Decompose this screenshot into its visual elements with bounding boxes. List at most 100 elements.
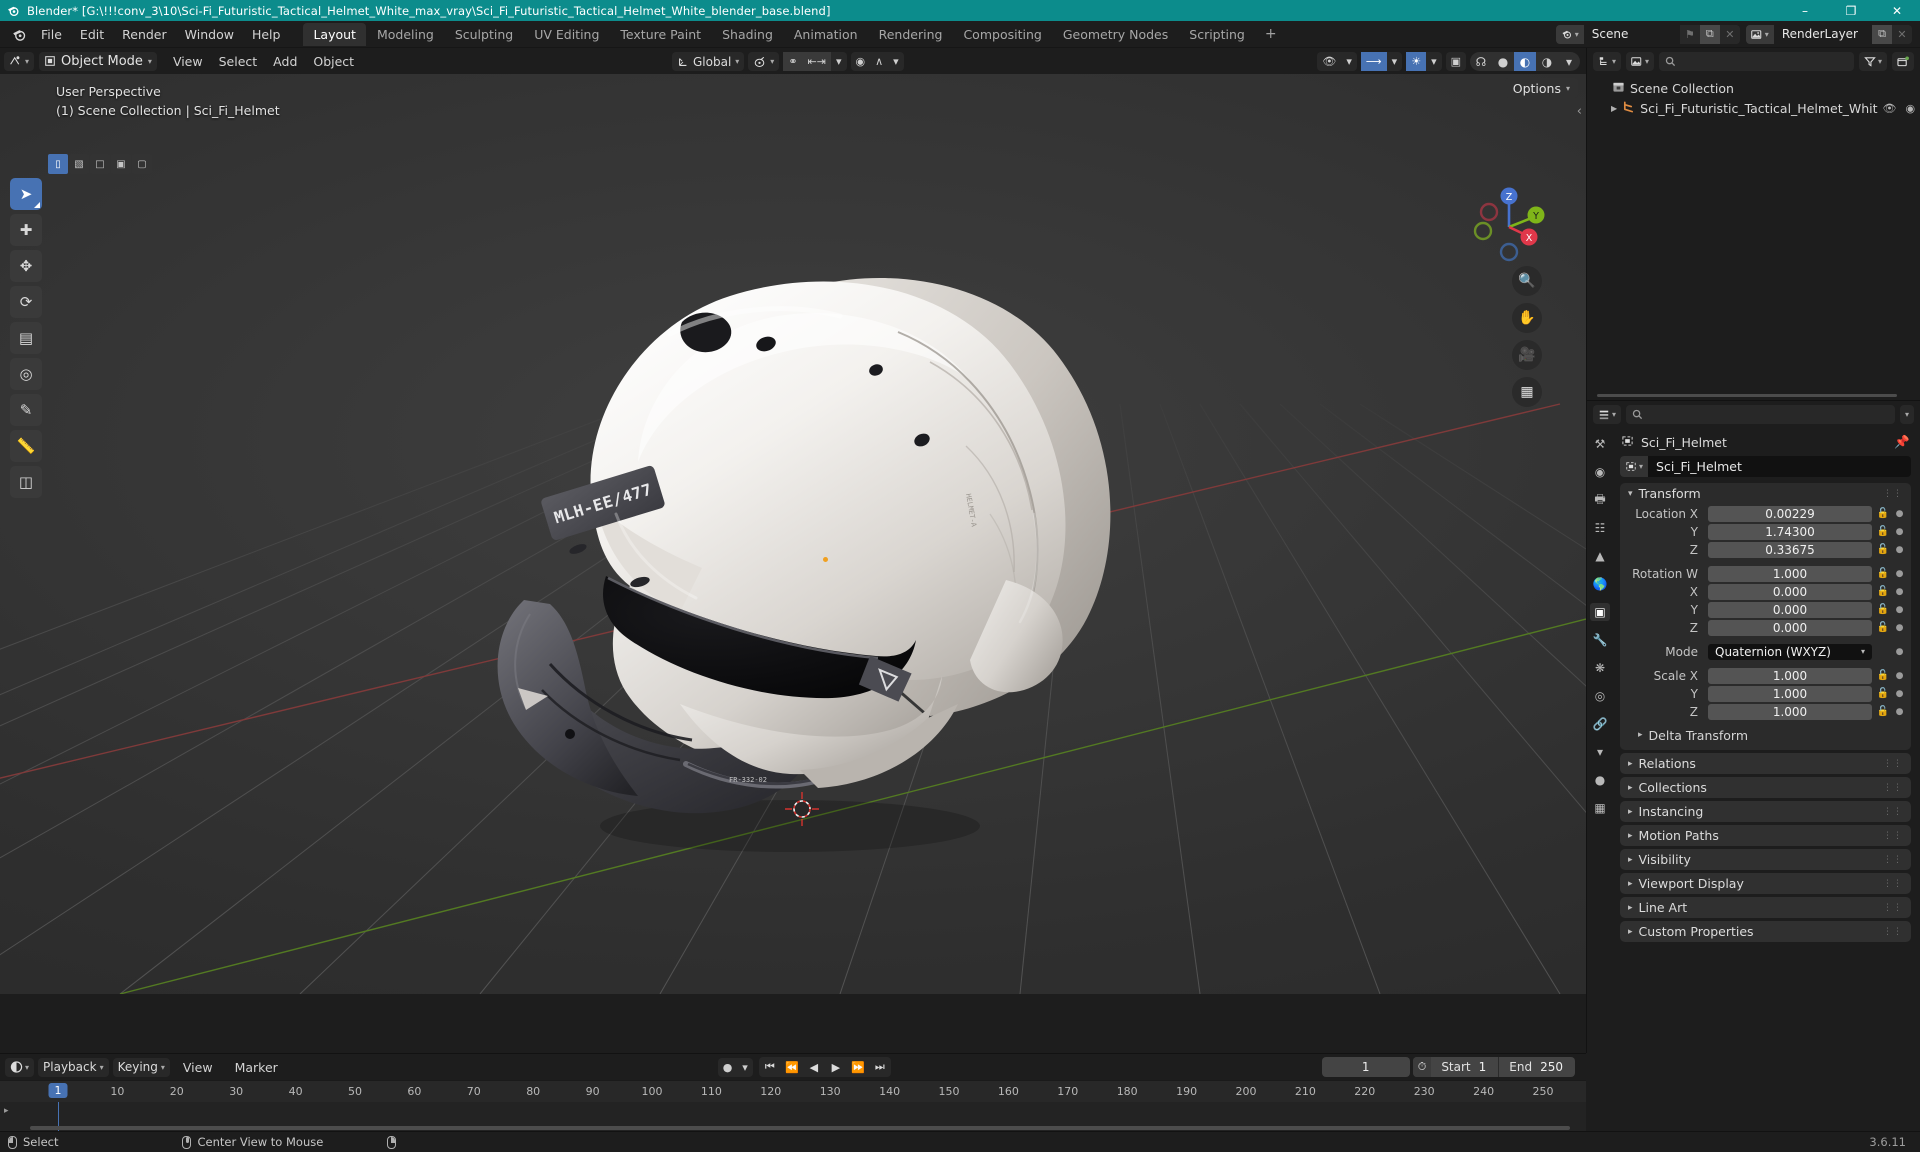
scene-selector[interactable]: ▾ Scene ⚑ ⧉ ✕ [1555,24,1740,44]
current-frame-input[interactable]: 1 [1321,1057,1410,1077]
scale-z-lock-icon[interactable]: 🔓 [1876,706,1890,717]
rotation-x-lock-icon[interactable]: 🔓 [1876,586,1890,597]
scene-pin-icon[interactable]: ⚑ [1679,24,1700,44]
proportional-edit-icon[interactable]: ◉ [851,52,871,71]
menu-file[interactable]: File [32,24,71,45]
move-tool[interactable]: ✥ [10,250,42,282]
add-cube-tool[interactable]: ◫ [10,466,42,498]
next-keyframe-button[interactable]: ⏩ [847,1057,869,1077]
scale-z-input[interactable]: 1.000 [1708,703,1872,720]
snap-to-increment-icon[interactable]: ⇤⇥ [802,52,831,71]
viewlayer-new-button[interactable]: ⧉ [1872,24,1892,44]
scene-name[interactable]: Scene [1583,24,1680,44]
close-button[interactable]: ✕ [1874,0,1920,21]
outliner-editor-type-selector[interactable]: ▾ [1593,51,1622,71]
tab-uv-editing[interactable]: UV Editing [524,23,609,46]
rotation-z-animate-icon[interactable]: ● [1894,623,1905,633]
start-frame-value[interactable]: 1 [1479,1060,1499,1074]
outliner-horizontal-scrollbar[interactable] [1597,394,1897,397]
timeline-menu-keying[interactable]: Keying ▾ [112,1057,170,1077]
custom-properties-panel[interactable]: ▸ Custom Properties ⋮⋮ [1620,921,1911,942]
viewport-3d[interactable]: User Perspective (1) Scene Collection | … [0,74,1586,994]
timeline-menu-playback[interactable]: Playback ▾ [38,1057,109,1077]
relations-panel[interactable]: ▸ Relations ⋮⋮ [1620,753,1911,774]
eye-icon[interactable]: 👁 [1883,102,1897,115]
toggle-xray-icon[interactable]: ▣ [1446,52,1466,71]
timeline-expand-icon[interactable]: ▸ [4,1106,9,1116]
viewport-menu-object[interactable]: Object [305,52,362,71]
tweak-select-tool[interactable]: ➤ [10,178,42,210]
timeline-editor-type-selector[interactable]: ▾ [5,1057,35,1077]
rotation-y-input[interactable]: 0.000 [1708,601,1872,618]
line-art-panel[interactable]: ▸ Line Art ⋮⋮ [1620,897,1911,918]
outliner-filter-button[interactable]: ▾ [1858,51,1887,71]
show-overlays-icon[interactable]: ☀ [1406,52,1427,71]
location-x-lock-icon[interactable]: 🔓 [1876,508,1890,519]
rotation-mode-animate-icon[interactable]: ● [1894,647,1905,657]
minimize-button[interactable]: – [1782,0,1828,21]
rotation-w-input[interactable]: 1.000 [1708,565,1872,582]
falloff-curve-icon[interactable]: ∧ [870,52,888,71]
tab-animation[interactable]: Animation [784,23,868,46]
use-preview-range-icon[interactable]: ⏱ [1412,1057,1432,1077]
select-box-icon[interactable]: ▯ [48,154,68,174]
physics-tab[interactable]: ◎ [1590,687,1610,705]
blender-menu-icon[interactable] [6,23,32,45]
viewport-display-panel-header[interactable]: ▸ Viewport Display ⋮⋮ [1620,873,1911,894]
viewport-menu-view[interactable]: View [165,52,211,71]
falloff-caret-icon[interactable]: ▾ [888,52,904,71]
location-y-lock-icon[interactable]: 🔓 [1876,526,1890,537]
visibility-panel[interactable]: ▸ Visibility ⋮⋮ [1620,849,1911,870]
menu-edit[interactable]: Edit [71,24,113,45]
tab-sculpting[interactable]: Sculpting [445,23,523,46]
transform-orientation-selector[interactable]: Global ▾ [672,52,745,71]
constraints-tab[interactable]: 🔗 [1590,715,1610,733]
shading-solid-icon[interactable]: ● [1492,52,1514,71]
viewlayer-name[interactable]: RenderLayer [1773,24,1872,44]
menu-help[interactable]: Help [243,24,290,45]
camera-icon[interactable]: 🎥 [1512,340,1542,370]
overlay-caret-icon[interactable]: ▾ [1426,52,1442,71]
collections-panel[interactable]: ▸ Collections ⋮⋮ [1620,777,1911,798]
tab-modeling[interactable]: Modeling [367,23,444,46]
scene-new-button[interactable]: ⧉ [1699,24,1720,44]
gizmo-caret-icon[interactable]: ▾ [1387,52,1403,71]
location-y-animate-icon[interactable]: ● [1894,527,1905,537]
pan-hand-icon[interactable]: ✋ [1512,303,1542,333]
jump-to-start-button[interactable]: ⏮ [759,1057,781,1077]
custom-properties-panel-header[interactable]: ▸ Custom Properties ⋮⋮ [1620,921,1911,942]
collections-panel-header[interactable]: ▸ Collections ⋮⋮ [1620,777,1911,798]
transform-tool[interactable]: ◎ [10,358,42,390]
timeline-menu-view[interactable]: View [174,1057,222,1078]
auto-keying-caret-icon[interactable]: ▾ [737,1058,753,1077]
properties-options-button[interactable]: ▾ [1899,404,1914,424]
rotate-tool[interactable]: ⟳ [10,286,42,318]
tab-layout[interactable]: Layout [303,22,366,46]
ortho-perspective-grid-icon[interactable]: ▦ [1512,377,1542,407]
texture-tab[interactable]: ▦ [1590,799,1610,817]
camera-render-icon[interactable]: ◉ [1906,102,1916,115]
scale-tool[interactable]: ▤ [10,322,42,354]
viewport-display-panel[interactable]: ▸ Viewport Display ⋮⋮ [1620,873,1911,894]
shading-material-preview-icon[interactable]: ◐ [1514,52,1536,71]
shading-caret-icon[interactable]: ▾ [1558,52,1580,71]
visibility-caret-icon[interactable]: ▾ [1341,52,1357,71]
visibility-panel-header[interactable]: ▸ Visibility ⋮⋮ [1620,849,1911,870]
play-reverse-button[interactable]: ◀ [803,1057,825,1077]
shading-rendered-icon[interactable]: ◑ [1536,52,1558,71]
previous-keyframe-button[interactable]: ⏪ [781,1057,803,1077]
measure-tool[interactable]: 📏 [10,430,42,462]
select-intersect-icon[interactable]: ▢ [132,154,152,174]
modifiers-tab[interactable]: 🔧 [1590,631,1610,649]
scale-z-animate-icon[interactable]: ● [1894,707,1905,717]
rotation-x-input[interactable]: 0.000 [1708,583,1872,600]
rotation-z-lock-icon[interactable]: 🔓 [1876,622,1890,633]
select-invert-icon[interactable]: ▣ [111,154,131,174]
outliner-display-mode-selector[interactable]: ▾ [1626,51,1655,71]
sci-fi-helmet-model[interactable]: MLH-EE/477 FR-332-02 HELMET-A [430,204,1130,884]
menu-render[interactable]: Render [113,24,176,45]
play-button[interactable]: ▶ [825,1057,847,1077]
material-tab[interactable]: ● [1590,771,1610,789]
shading-wireframe-icon[interactable]: ☊ [1470,52,1492,71]
jump-to-end-button[interactable]: ⏭ [869,1057,891,1077]
